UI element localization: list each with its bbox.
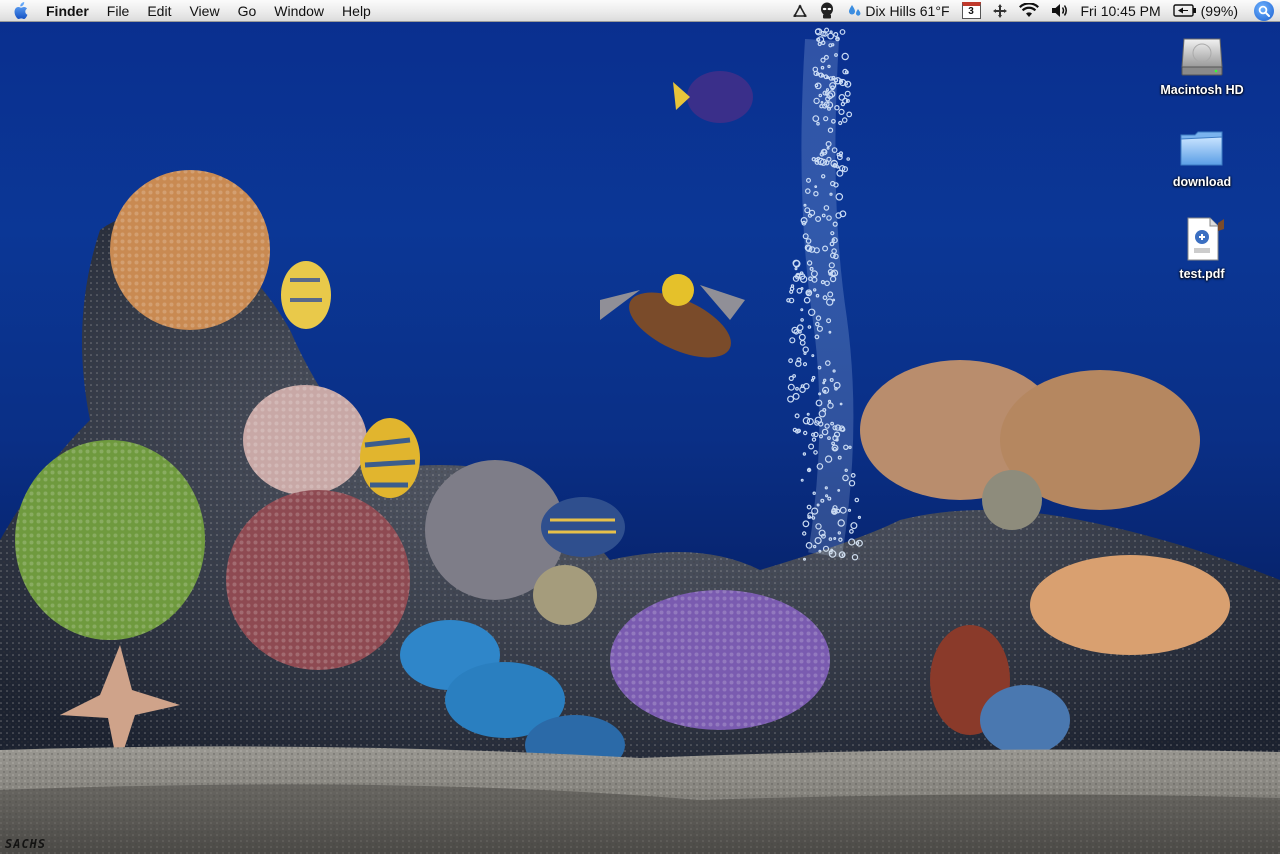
desktop-icon-download[interactable]: download xyxy=(1147,120,1257,189)
menu-file[interactable]: File xyxy=(98,0,139,22)
menu-help[interactable]: Help xyxy=(333,0,380,22)
wallpaper-signature: SACHS xyxy=(5,837,47,851)
bubble-column xyxy=(786,27,863,561)
desktop[interactable]: Macintosh HD download test.pdf SACHS xyxy=(0,22,1280,854)
desktop-icon-macintosh-hd[interactable]: Macintosh HD xyxy=(1147,28,1257,97)
fish-yellow-angelfish xyxy=(281,261,331,329)
weather-drops-icon xyxy=(849,4,861,16)
menu-extras: Dix Hills 61°F 3 Fri 10:45 PM (99%) xyxy=(787,0,1280,22)
desktop-icon-label: download xyxy=(1172,175,1232,189)
network-icon[interactable] xyxy=(787,0,813,22)
pdf-file-icon xyxy=(1175,212,1229,266)
menu-bar: Finder File Edit View Go Window Help Dix… xyxy=(0,0,1280,22)
fish-blue-angelfish xyxy=(541,497,625,557)
wifi-icon[interactable] xyxy=(1013,0,1045,22)
move-icon[interactable] xyxy=(987,0,1013,22)
menu-window[interactable]: Window xyxy=(265,0,333,22)
calendar-icon: 3 xyxy=(961,2,981,19)
desktop-icon-test-pdf[interactable]: test.pdf xyxy=(1147,212,1257,281)
menu-edit[interactable]: Edit xyxy=(138,0,180,22)
alien-icon[interactable] xyxy=(813,0,841,22)
fish-purple-tang xyxy=(673,71,753,123)
calendar-widget[interactable]: 3 xyxy=(956,0,987,22)
fish-striped-angelfish xyxy=(360,418,420,498)
menu-view[interactable]: View xyxy=(180,0,228,22)
fish-lionfish xyxy=(600,274,745,358)
apple-menu-icon[interactable] xyxy=(0,0,40,22)
battery-icon xyxy=(1172,4,1196,17)
desktop-icon-label: Macintosh HD xyxy=(1160,83,1244,97)
desktop-icon-label: test.pdf xyxy=(1179,267,1225,281)
volume-icon[interactable] xyxy=(1045,0,1075,22)
menu-go[interactable]: Go xyxy=(229,0,266,22)
aquarium-wallpaper xyxy=(0,27,1280,854)
sand-floor xyxy=(0,746,1280,854)
folder-icon xyxy=(1175,120,1229,174)
hard-drive-icon xyxy=(1175,28,1229,82)
battery-widget[interactable]: (99%) xyxy=(1167,0,1244,22)
menu-finder[interactable]: Finder xyxy=(40,0,98,22)
weather-widget[interactable]: Dix Hills 61°F xyxy=(841,0,955,22)
spotlight-icon[interactable] xyxy=(1254,0,1274,21)
menu-bar-left: Finder File Edit View Go Window Help xyxy=(0,0,380,22)
battery-percent: (99%) xyxy=(1200,2,1238,19)
weather-text: Dix Hills 61°F xyxy=(865,2,950,19)
clock[interactable]: Fri 10:45 PM xyxy=(1075,0,1167,22)
